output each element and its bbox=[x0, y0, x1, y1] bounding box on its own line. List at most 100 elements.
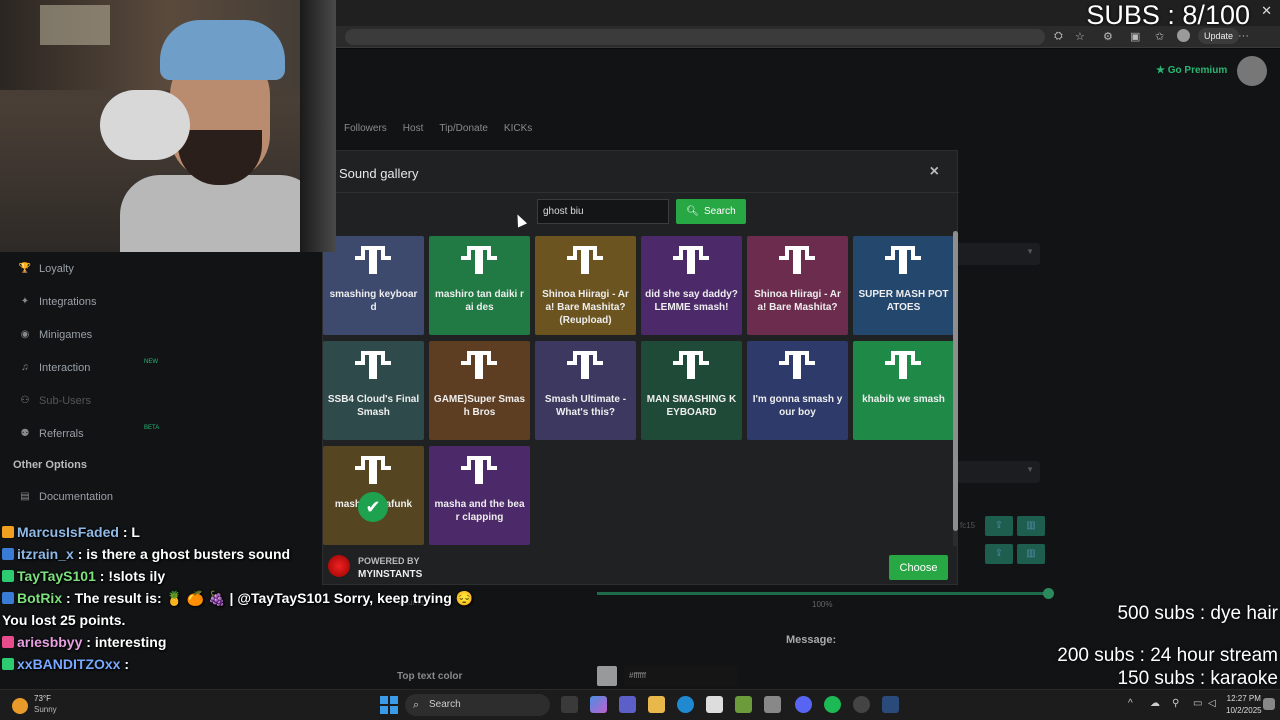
copilot-icon[interactable] bbox=[590, 696, 607, 713]
myinstants-icon bbox=[567, 351, 603, 379]
obs-icon[interactable] bbox=[853, 696, 870, 713]
volume-slider-handle[interactable] bbox=[1043, 588, 1054, 599]
sound-tile[interactable]: MAN SMASHING KEYBOARD bbox=[641, 341, 742, 440]
color-value-input[interactable]: #ffffff bbox=[624, 666, 737, 686]
chat-username[interactable]: ariesbbyy bbox=[17, 634, 82, 650]
sidebar-item-loyalty[interactable]: 🏆 Loyalty bbox=[0, 252, 200, 285]
chevron-down-icon: ▼ bbox=[1026, 465, 1034, 474]
sound-tile[interactable]: did she say daddy? LEMME smash! bbox=[641, 236, 742, 335]
sound-tile[interactable]: mashiro tan daiki rai des bbox=[429, 236, 530, 335]
split-screen-icon[interactable]: ▣ bbox=[1130, 30, 1140, 43]
tab-tip-donate[interactable]: Tip/Donate bbox=[431, 118, 496, 142]
chat-username[interactable]: MarcusIsFaded bbox=[17, 524, 119, 540]
teams-icon[interactable] bbox=[619, 696, 636, 713]
chat-username[interactable]: BotRix bbox=[17, 590, 62, 606]
sidebar-item-interaction[interactable]: ♫ Interaction NEW bbox=[0, 351, 200, 384]
gallery-button[interactable]: ▥ bbox=[1017, 516, 1045, 536]
sound-search-input[interactable] bbox=[537, 199, 669, 224]
music-icon: ♫ bbox=[21, 362, 29, 373]
sound-tile[interactable]: Shinoa Hiiragi - Ara! Bare Mashita? (Reu… bbox=[535, 236, 636, 335]
file-explorer-icon[interactable] bbox=[648, 696, 665, 713]
favorite-star-icon[interactable]: ☆ bbox=[1075, 30, 1085, 43]
network-icon[interactable]: ▭ bbox=[1193, 698, 1202, 709]
extensions-icon[interactable]: ⚙ bbox=[1103, 30, 1113, 43]
myinstants-icon bbox=[355, 246, 391, 274]
sun-icon bbox=[12, 698, 28, 714]
myinstants-icon bbox=[779, 246, 815, 274]
windows-start-icon[interactable] bbox=[380, 696, 398, 714]
scrollbar-thumb[interactable] bbox=[953, 231, 958, 531]
sidebar-item-documentation[interactable]: ▤ Documentation bbox=[0, 480, 200, 513]
chat-badge-icon bbox=[2, 570, 14, 582]
app-icon[interactable] bbox=[764, 696, 781, 713]
close-icon[interactable]: × bbox=[930, 163, 939, 181]
upload-button[interactable]: ⇪ bbox=[985, 544, 1013, 564]
myinstants-icon bbox=[355, 351, 391, 379]
choose-button[interactable]: Choose bbox=[889, 555, 948, 580]
myinstants-icon bbox=[885, 351, 921, 379]
gallery-button[interactable]: ▥ bbox=[1017, 544, 1045, 564]
sound-tile[interactable]: Smash Ultimate - What's this? bbox=[535, 341, 636, 440]
user-avatar[interactable] bbox=[1237, 56, 1267, 86]
tab-kicks[interactable]: KICKs bbox=[496, 118, 540, 142]
sidebar-item-label: Interaction bbox=[39, 361, 91, 374]
volume-icon[interactable]: ◁ bbox=[1208, 698, 1216, 709]
clock[interactable]: 12:27 PM 10/2/2025 bbox=[1226, 693, 1262, 717]
sound-tile[interactable]: khabib we smash bbox=[853, 341, 954, 440]
color-swatch[interactable] bbox=[597, 666, 617, 686]
minecraft-icon[interactable] bbox=[735, 696, 752, 713]
store-icon[interactable] bbox=[706, 696, 723, 713]
more-menu-icon[interactable]: ··· bbox=[1238, 30, 1249, 42]
tab-followers[interactable]: Followers bbox=[336, 118, 395, 142]
read-aloud-icon[interactable]: ⛭ bbox=[1054, 30, 1063, 43]
scrollbar[interactable] bbox=[953, 231, 958, 546]
task-view-icon[interactable] bbox=[561, 696, 578, 713]
search-button[interactable]: 🔍︎ Search bbox=[676, 199, 746, 224]
sound-tile[interactable]: smashing keyboard bbox=[323, 236, 424, 335]
close-icon[interactable]: ✕ bbox=[1261, 3, 1272, 19]
cloud-icon[interactable]: ☁ bbox=[1150, 698, 1160, 709]
sound-tile-label: Shinoa Hiiragi - Ara! Bare Mashita? bbox=[754, 289, 841, 313]
favorites-icon[interactable]: ✩ bbox=[1155, 30, 1164, 43]
chat-text: : bbox=[124, 656, 130, 672]
sidebar-item-label: Referrals bbox=[39, 427, 84, 440]
people-icon: ⚉ bbox=[20, 428, 30, 439]
gamepad-icon: ◉ bbox=[20, 329, 30, 340]
edge-icon[interactable] bbox=[677, 696, 694, 713]
new-badge: NEW bbox=[144, 359, 158, 365]
notifications-icon[interactable] bbox=[1263, 698, 1275, 710]
tab-host[interactable]: Host bbox=[395, 118, 432, 142]
sound-tile[interactable]: SSB4 Cloud's Final Smash bbox=[323, 341, 424, 440]
taskbar: 73°F Sunny ⌕ Search ^ ☁ ⚲ ▭ ◁ 12:27 PM 10… bbox=[0, 689, 1280, 720]
chat-username[interactable]: itzrain_x bbox=[17, 546, 74, 562]
sidebar-item-minigames[interactable]: ◉ Minigames bbox=[0, 318, 200, 351]
taskbar-search-label: Search bbox=[429, 699, 461, 710]
sound-tile[interactable]: SUPER MASH POTATOES bbox=[853, 236, 954, 335]
address-bar[interactable] bbox=[345, 29, 1045, 45]
sidebar-item-label: Minigames bbox=[39, 328, 93, 341]
users-icon: ⚇ bbox=[20, 395, 30, 406]
other-options-heading: Other Options bbox=[13, 459, 87, 471]
microphone-icon[interactable]: ⚲ bbox=[1172, 698, 1179, 709]
myinstants-icon bbox=[461, 246, 497, 274]
sound-tile[interactable]: GAME)Super Smash Bros bbox=[429, 341, 530, 440]
myinstants-icon bbox=[461, 351, 497, 379]
discord-icon[interactable] bbox=[795, 696, 812, 713]
volume-slider-track[interactable] bbox=[597, 592, 1048, 595]
chat-username[interactable]: TayTayS101 bbox=[17, 568, 96, 584]
spotify-icon[interactable] bbox=[824, 696, 841, 713]
chat-badge-icon bbox=[2, 548, 14, 560]
sidebar-item-referrals[interactable]: ⚉ Referrals BETA bbox=[0, 417, 200, 450]
taskbar-search[interactable]: ⌕ Search bbox=[405, 694, 550, 716]
sidebar-item-sub-users[interactable]: ⚇ Sub-Users bbox=[0, 384, 200, 417]
chat-username[interactable]: xxBANDITZOxx bbox=[17, 656, 120, 672]
chevron-up-icon[interactable]: ^ bbox=[1128, 698, 1133, 709]
steam-icon[interactable] bbox=[882, 696, 899, 713]
sound-tile[interactable]: Shinoa Hiiragi - Ara! Bare Mashita? bbox=[747, 236, 848, 335]
upload-button[interactable]: ⇪ bbox=[985, 516, 1013, 536]
modal-title: Sound gallery bbox=[339, 166, 419, 181]
sound-tile[interactable]: I'm gonna smash your boy bbox=[747, 341, 848, 440]
myinstants-icon bbox=[673, 246, 709, 274]
go-premium-link[interactable]: ★ Go Premium bbox=[1156, 65, 1227, 76]
sidebar-item-integrations[interactable]: ✦ Integrations bbox=[0, 285, 200, 318]
